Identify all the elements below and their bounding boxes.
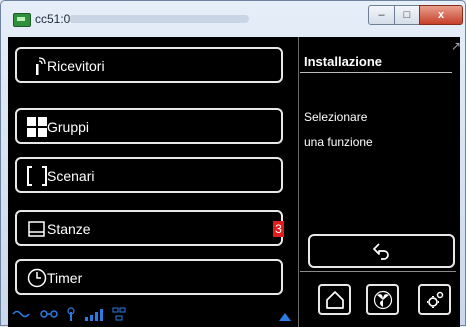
close-button[interactable]: x [419, 5, 463, 25]
signal-wave-icon [12, 310, 30, 318]
title-bar[interactable]: cc51:0 – □ x [1, 1, 465, 37]
panel-title: Installazione [304, 54, 383, 69]
menu-button-scenari[interactable]: Scenari [15, 157, 283, 193]
count-badge: 3 [273, 221, 284, 237]
menu-button-stanze[interactable]: Stanze 3 [15, 210, 284, 246]
home-button[interactable] [318, 284, 351, 315]
app-client-area: Ricevitori Gruppi Scenari Stanze 3 Timer… [8, 37, 461, 327]
app-window: cc51:0 – □ x Ricevitori Gruppi Scenari S… [0, 0, 466, 327]
panel-divider [298, 37, 299, 327]
brackets-icon [27, 166, 47, 186]
undo-arrow-icon [373, 243, 389, 260]
menu-label: Stanze [47, 221, 91, 237]
antenna-status-icon [67, 307, 75, 321]
menu-button-gruppi[interactable]: Gruppi [15, 108, 283, 144]
back-button[interactable] [308, 234, 455, 268]
menu-button-timer[interactable]: Timer [15, 259, 283, 295]
clock-icon [27, 268, 47, 288]
grid-icon [27, 117, 47, 137]
toolbar-divider [300, 271, 456, 272]
app-icon [13, 13, 31, 27]
menu-label: Timer [47, 270, 83, 286]
title-blurred-text [69, 15, 249, 23]
home-icon [326, 291, 344, 309]
room-icon [28, 221, 45, 237]
menu-label: Ricevitori [47, 58, 105, 74]
fan-icon [373, 290, 393, 310]
scroll-up-arrow-icon[interactable] [279, 313, 291, 321]
menu-label: Scenari [47, 168, 95, 184]
signal-strength-icon [85, 309, 103, 321]
antenna-icon [36, 57, 46, 75]
link-icon [40, 310, 58, 318]
title-underline [300, 72, 452, 73]
window-title: cc51:0 [35, 12, 71, 26]
menu-label: Gruppi [47, 119, 90, 135]
maximize-button[interactable]: □ [394, 5, 420, 25]
network-icon [112, 307, 126, 321]
minimize-button[interactable]: – [368, 5, 395, 25]
panel-message-line2: una funzione [304, 135, 373, 149]
panel-message-line1: Selezionare [304, 110, 368, 124]
resize-grip-icon[interactable]: ↗ [451, 39, 461, 53]
settings-gears-icon [427, 291, 444, 308]
settings-button[interactable] [418, 284, 451, 315]
fan-button[interactable] [366, 284, 399, 315]
menu-button-ricevitori[interactable]: Ricevitori [15, 47, 283, 83]
